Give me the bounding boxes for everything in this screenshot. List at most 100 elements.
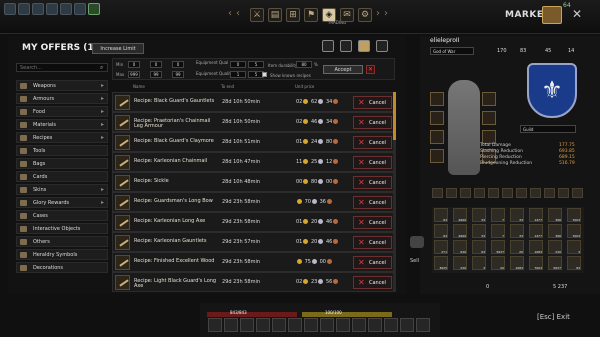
accept-button[interactable]: Accept — [323, 65, 363, 74]
category-bags[interactable]: Bags — [16, 158, 108, 169]
inventory-slot[interactable]: 3625 — [434, 256, 448, 270]
inventory-slot[interactable]: 93 — [567, 256, 581, 270]
col-unit-price[interactable]: Unit price — [295, 84, 314, 89]
hotbar-slot[interactable] — [400, 318, 414, 332]
max-gold-input[interactable]: 999 — [128, 71, 140, 78]
table-row[interactable]: Recipe: Finished Excellent Wood 29d 23h 5… — [112, 252, 395, 272]
eq-qual-min-input[interactable]: 0 — [230, 61, 246, 68]
inventory-tab-icon[interactable] — [446, 188, 457, 198]
table-row[interactable]: Recipe: Praetorian's Chainmail Leg Armou… — [112, 112, 395, 132]
inventory-tab-icon[interactable] — [572, 188, 583, 198]
eq-quality-min-input[interactable]: 1 — [230, 71, 246, 78]
coins-icon[interactable] — [376, 40, 388, 52]
nav-guild-icon[interactable]: ⚑ — [304, 8, 318, 22]
inventory-slot[interactable]: 3 — [472, 256, 486, 270]
inventory-slot[interactable]: 5637 — [491, 240, 505, 254]
tag-icon[interactable] — [358, 40, 370, 52]
min-copper-input[interactable]: 0 — [172, 61, 184, 68]
hotbar-slot[interactable] — [384, 318, 398, 332]
category-weapons[interactable]: Weapons ▸ — [16, 80, 108, 91]
hotbar-slot[interactable] — [352, 318, 366, 332]
nav-prev-icon[interactable]: ‹ — [228, 8, 232, 19]
category-skins[interactable]: Skins ▸ — [16, 184, 108, 195]
clear-filter-button[interactable]: ✕ — [366, 65, 375, 74]
inventory-slot[interactable]: 7 — [491, 208, 505, 222]
nav-equipment-icon[interactable]: ⚔ — [250, 8, 264, 22]
col-name[interactable]: Name — [133, 84, 145, 89]
boat-icon[interactable] — [32, 3, 44, 15]
hotbar-slot[interactable] — [336, 318, 350, 332]
inventory-slot[interactable]: 7003 — [567, 224, 581, 238]
inventory-slot[interactable]: 930 — [453, 240, 467, 254]
inventory-slot[interactable]: 93 — [434, 208, 448, 222]
search-icon[interactable]: ⌕ — [100, 64, 103, 72]
trader-icon[interactable] — [4, 3, 16, 15]
eq-qual-max-input[interactable]: 5 — [248, 61, 264, 68]
cancel-button[interactable]: Cancel — [353, 276, 392, 289]
table-row[interactable]: Recipe: Karleonian Chainmail 28d 10h 47mi… — [112, 152, 395, 172]
inventory-tab-icon[interactable] — [558, 188, 569, 198]
table-row[interactable]: Recipe: Black Guard's Claymore 28d 10h 51… — [112, 132, 395, 152]
hotbar-slot[interactable] — [256, 318, 270, 332]
equip-slot[interactable] — [430, 149, 444, 163]
bag-icon[interactable] — [340, 40, 352, 52]
category-tools[interactable]: Tools — [16, 145, 108, 156]
hotbar-slot[interactable] — [368, 318, 382, 332]
inventory-tab-icon[interactable] — [474, 188, 485, 198]
search-input[interactable]: Search... — [16, 63, 108, 72]
inventory-slot[interactable]: 7003 — [529, 256, 543, 270]
category-others[interactable]: Others — [16, 236, 108, 247]
inventory-slot[interactable]: 20 — [510, 240, 524, 254]
equip-slot[interactable] — [482, 130, 496, 144]
equip-slot[interactable] — [430, 111, 444, 125]
table-row[interactable]: Recipe: Black Guard's Gauntlets 28d 10h 5… — [112, 92, 395, 112]
category-cases[interactable]: Cases — [16, 210, 108, 221]
inventory-slot[interactable]: 271 — [434, 240, 448, 254]
inventory-slot[interactable]: 4999 — [453, 208, 467, 222]
increase-limit-button[interactable]: Increase Limit — [92, 43, 144, 54]
inventory-slot[interactable]: 230 — [453, 256, 467, 270]
wheel-icon[interactable] — [74, 3, 86, 15]
exit-button[interactable]: [Esc] Exit — [537, 313, 570, 321]
inventory-slot[interactable]: 1477 — [529, 208, 543, 222]
cancel-button[interactable]: Cancel — [353, 236, 392, 249]
expand-arrow-icon[interactable]: ▸ — [101, 94, 104, 104]
shield-icon[interactable] — [18, 3, 30, 15]
category-food[interactable]: Food ▸ — [16, 106, 108, 117]
guild-select[interactable]: Guild — [520, 125, 576, 133]
hotbar-slot[interactable] — [208, 318, 222, 332]
inventory-slot[interactable]: 7 — [491, 224, 505, 238]
table-row[interactable]: Recipe: Light Black Guard's Long Axe 29d … — [112, 272, 395, 292]
inventory-slot[interactable]: 7003 — [567, 208, 581, 222]
nav-book-icon[interactable]: ▤ — [268, 8, 282, 22]
equip-slot[interactable] — [482, 92, 496, 106]
expand-arrow-icon[interactable]: ▸ — [101, 107, 104, 117]
category-heraldry-symbols[interactable]: Heraldry Symbols — [16, 249, 108, 260]
horn-icon[interactable] — [60, 3, 72, 15]
category-materials[interactable]: Materials ▸ — [16, 119, 108, 130]
cancel-button[interactable]: Cancel — [353, 156, 392, 169]
max-silver-input[interactable]: 99 — [150, 71, 162, 78]
inventory-slot[interactable]: 396 — [548, 208, 562, 222]
nav-next-icon[interactable]: › — [376, 8, 380, 19]
hotbar-slot[interactable] — [272, 318, 286, 332]
hotbar-slot[interactable] — [288, 318, 302, 332]
min-silver-input[interactable]: 0 — [150, 61, 162, 68]
table-row[interactable]: Recipe: Karleonian Long Axe 29d 23h 58min… — [112, 212, 395, 232]
nav-next-icon[interactable]: › — [384, 8, 388, 19]
inventory-slot[interactable]: 33 — [510, 208, 524, 222]
expand-arrow-icon[interactable]: ▸ — [101, 185, 104, 195]
expand-arrow-icon[interactable]: ▸ — [101, 81, 104, 91]
equip-slot[interactable] — [430, 130, 444, 144]
inventory-slot[interactable]: 4999 — [453, 224, 467, 238]
inventory-slot[interactable]: 1477 — [529, 224, 543, 238]
inventory-tab-icon[interactable] — [516, 188, 527, 198]
inventory-tab-icon[interactable] — [432, 188, 443, 198]
inventory-tab-icon[interactable] — [460, 188, 471, 198]
expand-arrow-icon[interactable]: ▸ — [101, 120, 104, 130]
inventory-slot[interactable]: 3 — [567, 240, 581, 254]
cancel-button[interactable]: Cancel — [353, 256, 392, 269]
scrollbar[interactable] — [393, 92, 396, 292]
category-cards[interactable]: Cards — [16, 171, 108, 182]
nav-settings-icon[interactable]: ⚙ — [358, 8, 372, 22]
